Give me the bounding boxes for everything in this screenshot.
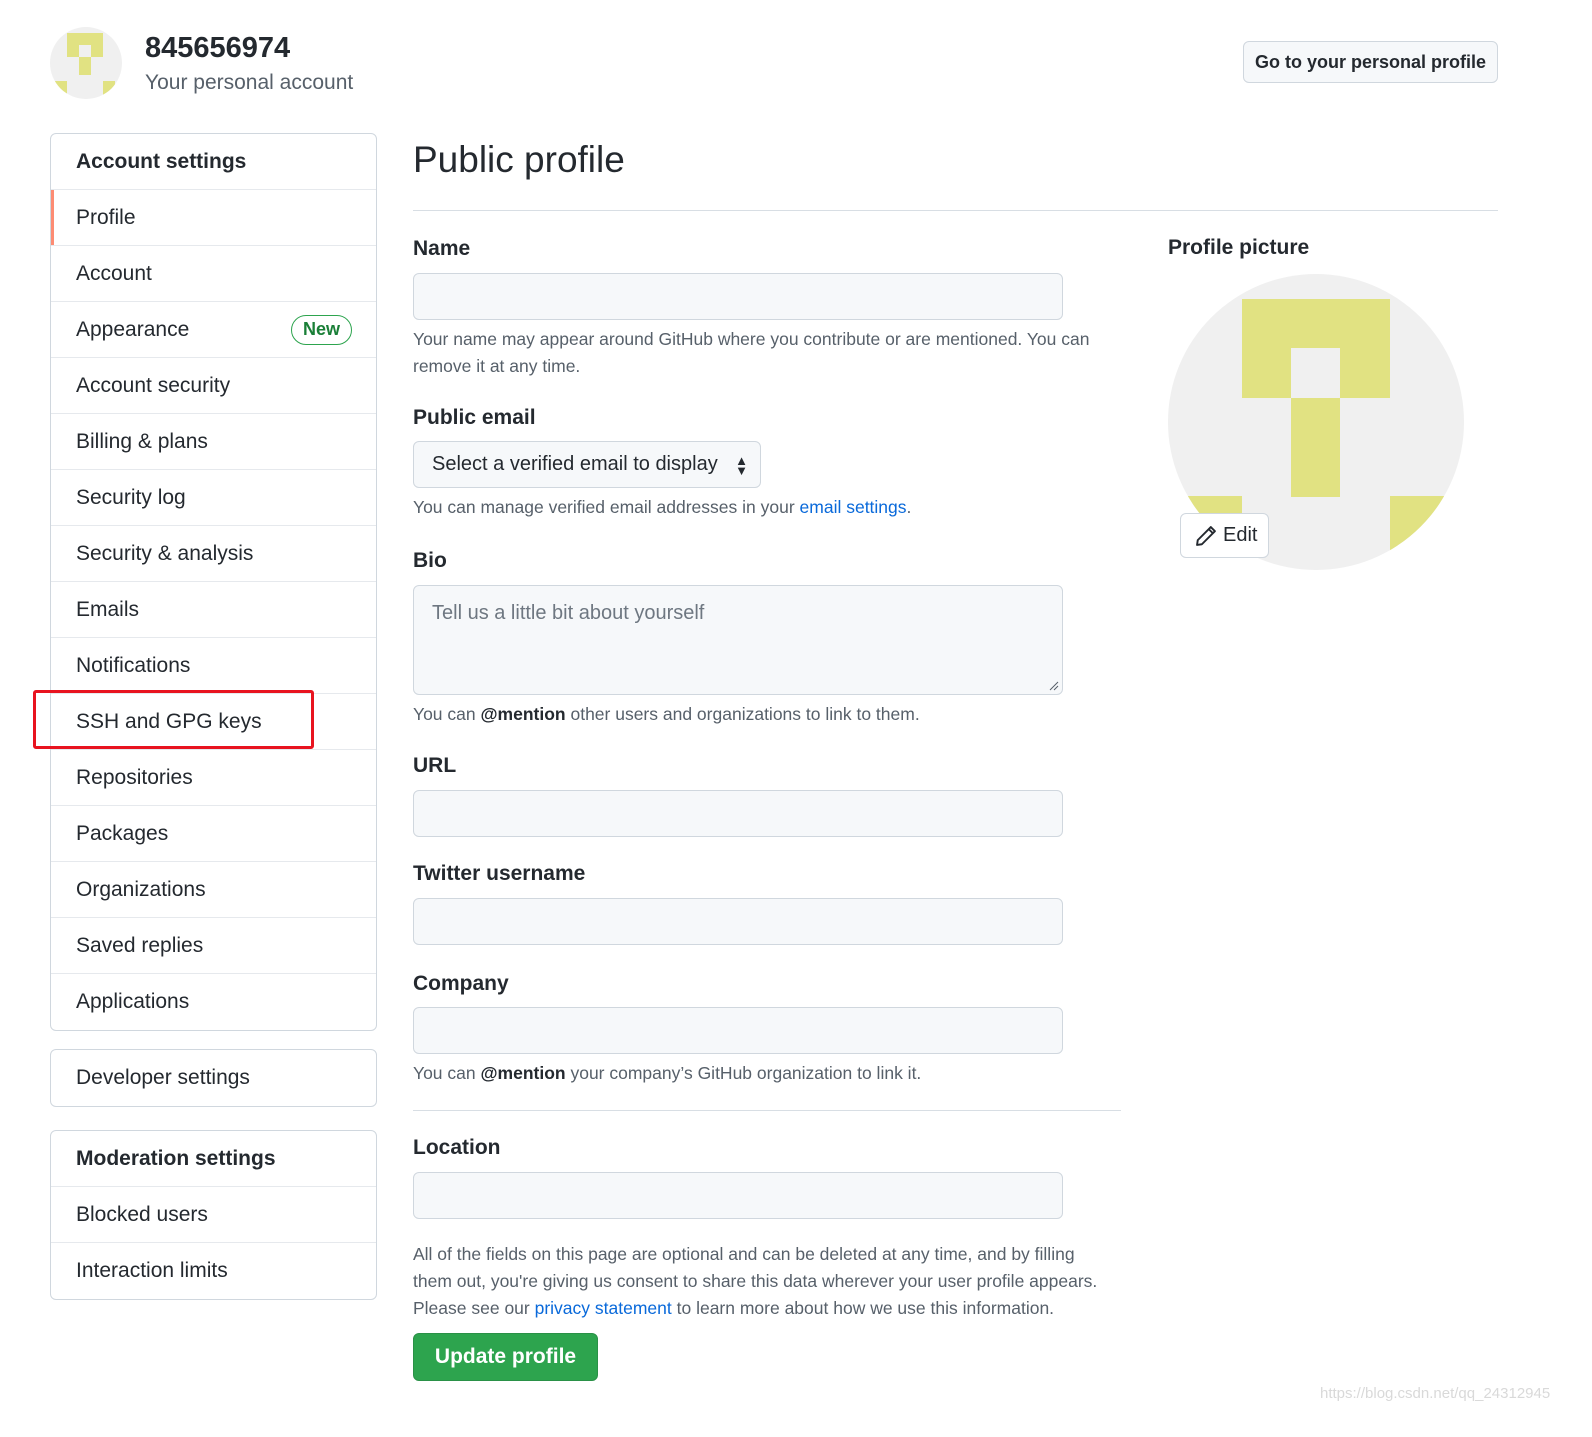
sidebar-item-account[interactable]: Account bbox=[51, 246, 376, 302]
url-label: URL bbox=[413, 754, 457, 777]
sidebar-item-notifications[interactable]: Notifications bbox=[51, 638, 376, 694]
company-note-end: your company’s GitHub organization to li… bbox=[565, 1063, 922, 1083]
optional-note-line: Please see our bbox=[413, 1298, 535, 1318]
name-input[interactable] bbox=[413, 273, 1063, 320]
sidebar-item-label: Emails bbox=[76, 598, 140, 621]
menu-heading-moderation-settings: Moderation settings bbox=[51, 1131, 376, 1187]
bio-label: Bio bbox=[413, 549, 447, 572]
bio-textarea[interactable]: Tell us a little bit about yourself bbox=[413, 585, 1063, 695]
sidebar-item-label: Appearance bbox=[76, 318, 190, 341]
select-arrows-icon: ▲ ▼ bbox=[735, 453, 748, 478]
page-title: Public profile bbox=[413, 139, 625, 180]
company-note-text: You can bbox=[413, 1063, 481, 1083]
developer-settings-menu: Developer settings bbox=[50, 1049, 377, 1107]
sidebar-item-label: Account security bbox=[76, 374, 231, 397]
location-input[interactable] bbox=[413, 1172, 1063, 1219]
mention-text: @mention bbox=[480, 1063, 566, 1083]
sidebar-item-label: Packages bbox=[76, 822, 169, 845]
sidebar-item-developer-settings[interactable]: Developer settings bbox=[51, 1050, 376, 1106]
email-settings-link[interactable]: email settings bbox=[800, 497, 907, 517]
sidebar-item-label: SSH and GPG keys bbox=[76, 710, 262, 733]
sidebar-item-applications[interactable]: Applications bbox=[51, 974, 376, 1030]
sidebar-item-label: Interaction limits bbox=[76, 1259, 228, 1282]
sidebar-item-label: Repositories bbox=[76, 766, 193, 789]
sidebar-item-billing[interactable]: Billing & plans bbox=[51, 414, 376, 470]
resize-grip-icon[interactable] bbox=[1049, 681, 1059, 691]
sidebar-item-repositories[interactable]: Repositories bbox=[51, 750, 376, 806]
public-email-selected-value: Select a verified email to display bbox=[432, 453, 718, 475]
optional-note-line-end: to learn more about how we use this info… bbox=[671, 1298, 1055, 1318]
sidebar-item-label: Account bbox=[76, 262, 152, 285]
sidebar-item-interaction-limits[interactable]: Interaction limits bbox=[51, 1243, 376, 1299]
sidebar-item-security-analysis[interactable]: Security & analysis bbox=[51, 526, 376, 582]
edit-picture-button[interactable]: Edit bbox=[1180, 513, 1269, 558]
bio-note-text: You can bbox=[413, 704, 481, 724]
mention-text: @mention bbox=[480, 704, 566, 724]
sidebar-item-saved-replies[interactable]: Saved replies bbox=[51, 918, 376, 974]
sidebar-item-label: Security log bbox=[76, 486, 186, 509]
title-divider bbox=[413, 210, 1498, 211]
company-input[interactable] bbox=[413, 1007, 1063, 1054]
sidebar-item-ssh-gpg-keys[interactable]: SSH and GPG keys bbox=[51, 694, 376, 750]
public-email-label: Public email bbox=[413, 406, 536, 429]
section-divider bbox=[413, 1110, 1121, 1111]
avatar[interactable] bbox=[50, 27, 122, 99]
sidebar-item-label: Billing & plans bbox=[76, 430, 208, 453]
optional-note-line: All of the fields on this page are optio… bbox=[413, 1244, 1075, 1264]
public-email-note-end: . bbox=[906, 497, 912, 517]
sidebar-item-label: Organizations bbox=[76, 878, 206, 901]
optional-note-line: them out, you're giving us consent to sh… bbox=[413, 1271, 1098, 1291]
twitter-label: Twitter username bbox=[413, 862, 586, 885]
account-header: 845656974 Your personal account Go to yo… bbox=[50, 27, 1500, 99]
company-label: Company bbox=[413, 972, 509, 995]
sidebar-item-label: Blocked users bbox=[76, 1203, 208, 1226]
moderation-settings-menu: Moderation settings Blocked users Intera… bbox=[50, 1130, 377, 1300]
bio-note: You can @mention other users and organiz… bbox=[413, 701, 1113, 728]
public-email-select[interactable]: Select a verified email to display ▲ ▼ bbox=[413, 441, 761, 488]
bio-note-end: other users and organizations to link to… bbox=[565, 704, 920, 724]
sidebar-item-label: Notifications bbox=[76, 654, 191, 677]
name-note: Your name may appear around GitHub where… bbox=[413, 329, 1090, 376]
account-subtitle: Your personal account bbox=[145, 71, 354, 94]
sidebar-item-label: Security & analysis bbox=[76, 542, 254, 565]
sidebar-item-organizations[interactable]: Organizations bbox=[51, 862, 376, 918]
url-input[interactable] bbox=[413, 790, 1063, 837]
location-label: Location bbox=[413, 1136, 501, 1159]
name-label: Name bbox=[413, 237, 471, 260]
sidebar-item-label: Saved replies bbox=[76, 934, 204, 957]
go-to-profile-button[interactable]: Go to your personal profile bbox=[1243, 41, 1498, 83]
sidebar-item-account-security[interactable]: Account security bbox=[51, 358, 376, 414]
sidebar-item-label: Applications bbox=[76, 990, 190, 1013]
sidebar-item-security-log[interactable]: Security log bbox=[51, 470, 376, 526]
sidebar-item-profile[interactable]: Profile bbox=[51, 190, 376, 246]
sidebar-item-label: Developer settings bbox=[76, 1066, 250, 1089]
sidebar-item-appearance[interactable]: Appearance New bbox=[51, 302, 376, 358]
public-email-note: You can manage verified email addresses … bbox=[413, 494, 1113, 521]
sidebar-item-packages[interactable]: Packages bbox=[51, 806, 376, 862]
edit-label: Edit bbox=[1223, 524, 1258, 547]
twitter-input[interactable] bbox=[413, 898, 1063, 945]
company-note: You can @mention your company’s GitHub o… bbox=[413, 1060, 1113, 1087]
profile-picture-label: Profile picture bbox=[1168, 236, 1310, 259]
new-badge: New bbox=[290, 315, 352, 345]
account-settings-menu: Account settings Profile Account Appeara… bbox=[50, 133, 377, 1031]
menu-heading-account-settings: Account settings bbox=[51, 134, 376, 190]
pencil-icon bbox=[1196, 525, 1216, 546]
watermark: https://blog.csdn.net/qq_24312945 bbox=[1320, 1385, 1551, 1402]
sidebar-item-emails[interactable]: Emails bbox=[51, 582, 376, 638]
bio-placeholder: Tell us a little bit about yourself bbox=[432, 602, 705, 624]
optional-fields-note: All of the fields on this page are optio… bbox=[413, 1241, 1113, 1322]
privacy-statement-link[interactable]: privacy statement bbox=[535, 1298, 672, 1318]
sidebar-item-blocked-users[interactable]: Blocked users bbox=[51, 1187, 376, 1243]
public-email-note-text: You can manage verified email addresses … bbox=[413, 497, 800, 517]
sidebar-item-label: Profile bbox=[76, 206, 136, 229]
account-username: 845656974 bbox=[145, 32, 291, 64]
identicon-icon bbox=[55, 33, 115, 95]
update-profile-button[interactable]: Update profile bbox=[413, 1333, 598, 1381]
